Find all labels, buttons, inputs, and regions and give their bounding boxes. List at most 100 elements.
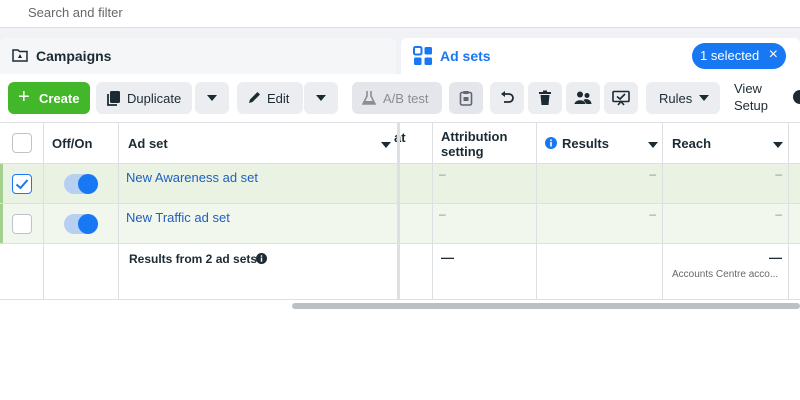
table-row[interactable]: New Traffic ad set – – – — [0, 204, 800, 244]
summary-results-cell — [537, 244, 663, 299]
ad-set-name-link[interactable]: New Awareness ad set — [126, 170, 258, 185]
create-button-label: Create — [39, 91, 80, 106]
row-results-cell: – — [537, 164, 663, 203]
row-partial-cell — [400, 164, 433, 203]
summary-reach-value: — — [769, 250, 782, 265]
undo-button[interactable] — [490, 82, 524, 114]
header-reach-label: Reach — [672, 136, 712, 151]
reach-value: – — [775, 207, 782, 221]
edit-button[interactable]: Edit — [237, 82, 303, 114]
audience-button[interactable] — [566, 82, 600, 114]
view-setup-line2: Setup — [734, 98, 768, 113]
ad-sets-table: Off/On Ad set at Attribution setting Res… — [0, 122, 800, 400]
summary-attribution-value: — — [441, 250, 454, 265]
header-attribution-label: Attribution setting — [441, 129, 507, 159]
header-results[interactable]: Results — [537, 123, 663, 163]
summary-reach-note: Accounts Centre acco... — [672, 269, 779, 280]
delete-button[interactable] — [528, 82, 562, 114]
frozen-column-divider — [397, 122, 400, 300]
header-partial-column: at — [394, 123, 433, 163]
tab-campaigns[interactable]: Campaigns — [0, 38, 396, 74]
rules-dropdown-label: Rules — [659, 91, 693, 106]
row-attribution-cell: – — [433, 164, 537, 203]
clear-selection-close-icon[interactable]: × — [769, 46, 778, 64]
sort-caret-icon[interactable] — [648, 142, 658, 148]
view-setup-switch[interactable] — [793, 90, 800, 104]
row-checkbox[interactable] — [12, 214, 32, 234]
search-filter-bar[interactable]: Search and filter — [0, 0, 800, 28]
attribution-value: – — [439, 167, 446, 181]
summary-label: Results from 2 ad sets — [129, 252, 258, 266]
summary-row: Results from 2 ad sets — — Accounts Cent… — [0, 244, 800, 300]
folder-icon — [12, 49, 28, 62]
row-toggle-cell — [44, 164, 119, 203]
toolbar: + Create Duplicate Edit A/B test Rules — [0, 74, 800, 122]
duplicate-icon — [107, 91, 120, 106]
tab-campaigns-label: Campaigns — [36, 48, 112, 64]
pencil-icon — [249, 92, 260, 103]
checkmark-icon — [15, 179, 29, 190]
select-all-checkbox[interactable] — [12, 133, 32, 153]
create-button[interactable]: + Create — [8, 82, 90, 114]
tab-ad-sets[interactable]: Ad sets 1 selected × — [401, 38, 800, 74]
ab-test-button-label: A/B test — [383, 91, 429, 106]
row-reach-cell: – — [663, 164, 789, 203]
selected-count-label: 1 selected — [700, 48, 760, 63]
summary-partial-cell — [400, 244, 433, 299]
row-select-cell — [0, 204, 44, 243]
summary-empty-cell — [0, 244, 44, 299]
ad-set-toggle[interactable] — [64, 174, 98, 194]
results-value: – — [649, 167, 656, 181]
row-toggle-cell — [44, 204, 119, 243]
header-results-label: Results — [562, 136, 609, 151]
ad-set-toggle[interactable] — [64, 214, 98, 234]
row-partial-cell — [400, 204, 433, 243]
ab-test-button[interactable]: A/B test — [352, 82, 442, 114]
row-attribution-cell: – — [433, 204, 537, 243]
undo-icon — [501, 91, 514, 103]
duplicate-button-label: Duplicate — [127, 91, 182, 106]
selected-count-pill[interactable]: 1 selected × — [692, 43, 786, 69]
tab-ad-sets-label: Ad sets — [440, 48, 491, 64]
edit-options-button[interactable] — [304, 82, 338, 114]
header-off-on-label: Off/On — [52, 136, 93, 151]
results-value: – — [649, 207, 656, 221]
chevron-down-icon — [207, 95, 217, 101]
preview-button[interactable] — [604, 82, 638, 114]
edit-button-label: Edit — [267, 91, 290, 106]
horizontal-scrollbar[interactable] — [292, 303, 800, 309]
sort-caret-icon[interactable] — [773, 142, 783, 148]
paste-button[interactable] — [449, 82, 483, 114]
search-input[interactable]: Search and filter — [28, 5, 123, 20]
view-setup-toggle-label[interactable]: View Setup — [734, 80, 768, 114]
plus-icon: + — [18, 86, 30, 108]
reach-value: – — [775, 167, 782, 181]
toggle-knob — [78, 214, 98, 234]
attribution-value: – — [439, 207, 446, 221]
info-icon[interactable] — [545, 137, 557, 149]
header-ad-set[interactable]: Ad set — [119, 123, 397, 163]
header-ad-set-label: Ad set — [128, 136, 168, 151]
toggle-knob — [78, 174, 98, 194]
header-off-on: Off/On — [44, 123, 119, 163]
table-header: Off/On Ad set at Attribution setting Res… — [0, 122, 800, 164]
table-row[interactable]: New Awareness ad set – – – — [0, 164, 800, 204]
rules-dropdown[interactable]: Rules — [646, 82, 720, 114]
header-attribution-line2: setting — [441, 144, 484, 159]
info-icon[interactable] — [256, 253, 267, 264]
trash-icon — [539, 90, 551, 105]
row-checkbox[interactable] — [12, 174, 32, 194]
header-reach[interactable]: Reach — [663, 123, 789, 163]
row-reach-cell: – — [663, 204, 789, 243]
header-attribution[interactable]: Attribution setting — [433, 123, 537, 163]
duplicate-options-button[interactable] — [195, 82, 229, 114]
sort-caret-icon[interactable] — [381, 142, 391, 148]
ad-set-name-link[interactable]: New Traffic ad set — [126, 210, 230, 225]
summary-attribution-cell: — — [433, 244, 537, 299]
level-tabs: Campaigns Ad sets 1 selected × — [0, 38, 800, 74]
row-results-cell: – — [537, 204, 663, 243]
row-select-cell — [0, 164, 44, 203]
summary-reach-cell: — Accounts Centre acco... — [663, 244, 789, 299]
duplicate-button[interactable]: Duplicate — [96, 82, 192, 114]
people-icon — [574, 91, 592, 104]
